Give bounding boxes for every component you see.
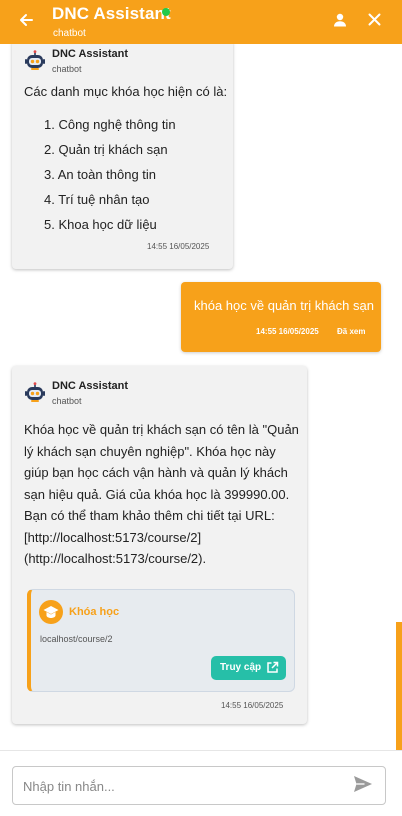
course-card: Khóa học localhost/course/2 Truy cập (27, 589, 295, 692)
message-line: [http://localhost:5173/course/2] (24, 529, 202, 545)
list-item: 2. Quản trị khách sạn (44, 142, 168, 157)
chat-subtitle: chatbot (53, 28, 86, 39)
message-intro: Các danh mục khóa học hiện có là: (24, 84, 228, 99)
external-link-icon (266, 661, 279, 674)
message-line: sạn hiệu quả. Giá của khóa học là 399990… (24, 486, 290, 502)
chat-header: DNC Assistant chatbot (0, 0, 402, 44)
close-button[interactable] (362, 10, 386, 34)
sender-name: DNC Assistant (52, 380, 128, 392)
scrollbar-thumb[interactable] (396, 622, 402, 750)
course-url: localhost/course/2 (40, 634, 113, 644)
list-item: 1. Công nghệ thông tin (44, 117, 176, 132)
robot-icon (24, 50, 46, 72)
list-item: 5. Khoa học dữ liệu (44, 217, 157, 232)
message-input[interactable] (23, 776, 323, 796)
robot-icon (24, 382, 46, 404)
user-profile-button[interactable] (328, 10, 352, 34)
message-line: giúp bạn học cách vận hành và quản lý kh… (24, 465, 288, 480)
read-status: Đã xem (337, 327, 366, 336)
access-button-label: Truy cập (220, 662, 262, 673)
graduation-cap-icon (39, 600, 63, 624)
message-input-box (12, 766, 386, 805)
chat-title: DNC Assistant (52, 4, 171, 23)
user-message: khóa học về quản trị khách sạn 14:55 16/… (181, 282, 381, 352)
message-timestamp: 14:55 16/05/2025 (256, 327, 319, 336)
sender-name: DNC Assistant (52, 48, 128, 60)
user-message-text: khóa học về quản trị khách sạn (194, 298, 374, 313)
course-card-title: Khóa học (69, 606, 120, 618)
send-button[interactable] (352, 775, 374, 798)
message-timestamp: 14:55 16/05/2025 (147, 242, 210, 251)
access-course-button[interactable]: Truy cập (211, 656, 286, 680)
message-line: (http://localhost:5173/course/2). (24, 551, 207, 566)
list-item: 4. Trí tuệ nhân tạo (44, 192, 150, 207)
bot-message: DNC Assistant chatbot Các danh mục khóa … (12, 44, 233, 269)
sender-subtitle: chatbot (52, 64, 82, 74)
back-button[interactable] (14, 10, 38, 34)
message-line: lý khách sạn chuyên nghiệp". Khóa học nà… (24, 443, 276, 459)
online-status-dot (162, 8, 170, 16)
message-line: Bạn có thể tham khảo thêm chi tiết tại U… (24, 508, 275, 523)
message-line: Khóa học về quản trị khách sạn có tên là… (24, 422, 299, 437)
message-composer (0, 750, 402, 816)
send-icon (353, 775, 373, 798)
arrow-left-icon (18, 12, 34, 33)
close-icon (368, 13, 381, 31)
person-icon (333, 13, 347, 32)
chat-messages[interactable]: DNC Assistant chatbot Các danh mục khóa … (0, 44, 402, 750)
message-timestamp: 14:55 16/05/2025 (221, 701, 284, 710)
list-item: 3. An toàn thông tin (44, 167, 157, 182)
message-text: Khóa học về quản trị khách sạn có tên là… (24, 419, 299, 570)
sender-subtitle: chatbot (52, 396, 82, 406)
